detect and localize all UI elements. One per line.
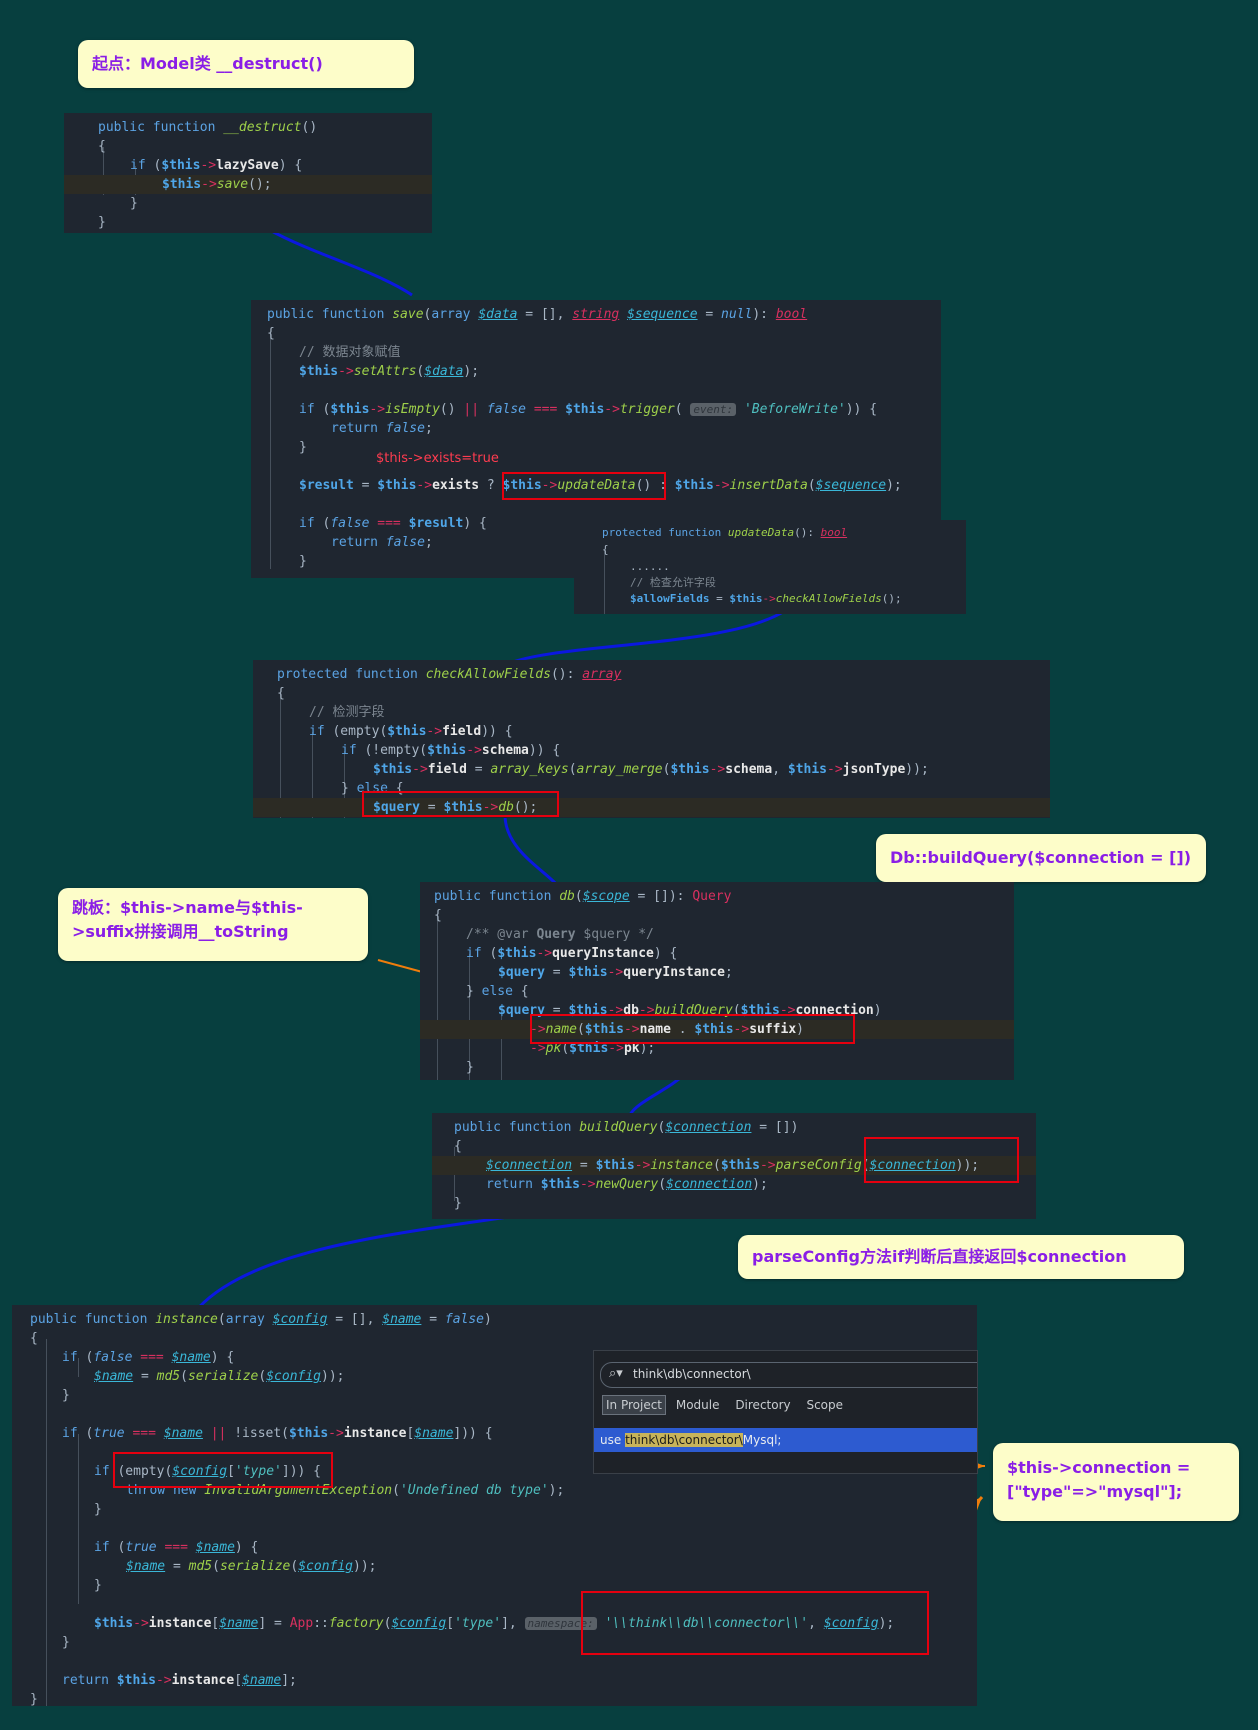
search-bar[interactable]: ⌕▾ think\db\connector\ — [600, 1362, 977, 1388]
connector-db-call-to-def — [503, 814, 562, 889]
scope-tabs: In Project Module Directory Scope — [602, 1395, 843, 1417]
result-match: think\db\connector\ — [625, 1433, 743, 1447]
tab-in-project[interactable]: In Project — [602, 1395, 667, 1415]
highlight-parse-config-arg — [864, 1137, 1019, 1183]
highlight-name-suffix — [530, 1014, 855, 1044]
search-input[interactable]: think\db\connector\ — [633, 1367, 751, 1381]
search-icon: ⌕▾ — [609, 1366, 623, 1381]
tab-module[interactable]: Module — [676, 1398, 720, 1412]
note-start: 起点：Model类 __destruct() — [78, 40, 414, 88]
code-block-db: public function db($scope = []): Query {… — [420, 882, 1014, 1080]
note-connection-type: $this->connection = ["type"=>"mysql"]; — [993, 1443, 1239, 1521]
note-db-build-query: Db::buildQuery($connection = []) — [876, 834, 1206, 882]
annotation-exists-true: $this->exists=true — [376, 451, 499, 466]
tab-scope[interactable]: Scope — [806, 1398, 843, 1412]
tab-directory[interactable]: Directory — [735, 1398, 790, 1412]
note-trampoline: 跳板：$this->name与$this->suffix拼接调用__toStri… — [58, 888, 368, 961]
code-block-destruct: public function __destruct() { if ($this… — [64, 113, 432, 233]
highlight-factory-namespace — [581, 1591, 929, 1655]
search-result-row[interactable]: use think\db\connector\Mysql; — [594, 1428, 977, 1452]
note-parse-config: parseConfig方法if判断后直接返回$connection — [738, 1235, 1184, 1279]
highlight-empty-config-type — [113, 1452, 333, 1488]
highlight-update-data-call — [502, 472, 666, 500]
code-block-update-data: protected function updateData(): bool { … — [574, 520, 966, 614]
highlight-db-call — [362, 791, 559, 817]
namespace-search-popup: ⌕▾ think\db\connector\ In Project Module… — [593, 1350, 978, 1474]
